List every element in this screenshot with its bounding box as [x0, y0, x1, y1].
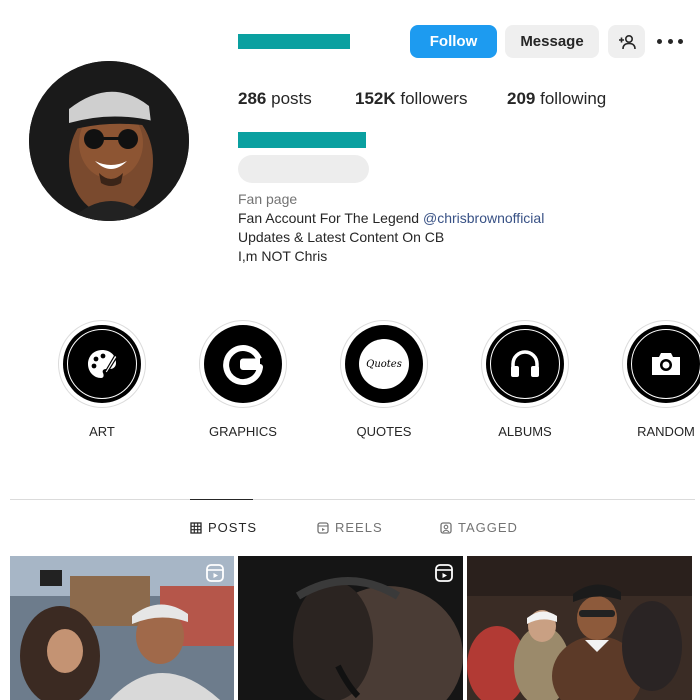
highlight-albums[interactable]: ALBUMS [480, 320, 570, 439]
grid-icon [190, 521, 202, 534]
tab-posts[interactable]: POSTS [190, 520, 257, 535]
tab-label: REELS [335, 520, 383, 535]
posts-count: 286 posts [238, 89, 312, 108]
reels-icon [435, 564, 453, 582]
post-image [238, 556, 463, 700]
highlight-label: ALBUMS [498, 424, 552, 439]
more-horizontal-icon [657, 38, 662, 44]
profile-avatar[interactable] [29, 61, 189, 221]
mention-link[interactable]: @chrisbrownofficial [423, 210, 544, 226]
profile-photo [29, 61, 189, 221]
quotes-inner-text: Quotes [366, 358, 402, 370]
highlight-quotes[interactable]: Quotes QUOTES [339, 320, 429, 439]
active-tab-indicator [190, 499, 253, 500]
tabs-divider [10, 499, 695, 500]
tab-label: TAGGED [458, 520, 518, 535]
following-count[interactable]: 209 following [507, 89, 606, 109]
reels-icon [317, 521, 329, 534]
person-plus-icon [618, 34, 636, 49]
threads-badge-redacted[interactable] [238, 155, 369, 183]
quotes-text-icon: Quotes [359, 339, 409, 389]
followers-count[interactable]: 152K followers [355, 89, 467, 109]
full-name-redacted [238, 132, 366, 148]
post-thumbnail[interactable] [467, 556, 692, 700]
post-image [467, 556, 692, 700]
highlight-graphics[interactable]: GRAPHICS [198, 320, 288, 439]
highlight-label: GRAPHICS [209, 424, 277, 439]
tab-reels[interactable]: REELS [317, 520, 383, 535]
highlight-art[interactable]: ART [57, 320, 147, 439]
highlight-label: RANDOM [637, 424, 695, 439]
tagged-icon [440, 521, 452, 534]
username-redacted [238, 34, 350, 49]
post-image [10, 556, 234, 700]
message-button[interactable]: Message [505, 25, 599, 58]
suggest-users-button[interactable] [608, 25, 645, 58]
bio-line-3: I,m NOT Chris [238, 248, 328, 264]
more-options-button[interactable] [657, 30, 683, 52]
highlight-label: ART [89, 424, 115, 439]
highlight-random[interactable]: RANDOM [621, 320, 700, 439]
tab-tagged[interactable]: TAGGED [440, 520, 518, 535]
tab-label: POSTS [208, 520, 258, 535]
letter-g-icon [223, 345, 263, 386]
reels-icon [206, 564, 224, 582]
profile-category: Fan page [238, 191, 298, 207]
highlight-label: QUOTES [356, 424, 412, 439]
post-thumbnail[interactable] [238, 556, 463, 700]
bio-line-1: Fan Account For The Legend @chrisbrownof… [238, 210, 545, 226]
post-thumbnail[interactable] [10, 556, 234, 700]
bio-line-2: Updates & Latest Content On CB [238, 229, 445, 245]
follow-button[interactable]: Follow [410, 25, 497, 58]
